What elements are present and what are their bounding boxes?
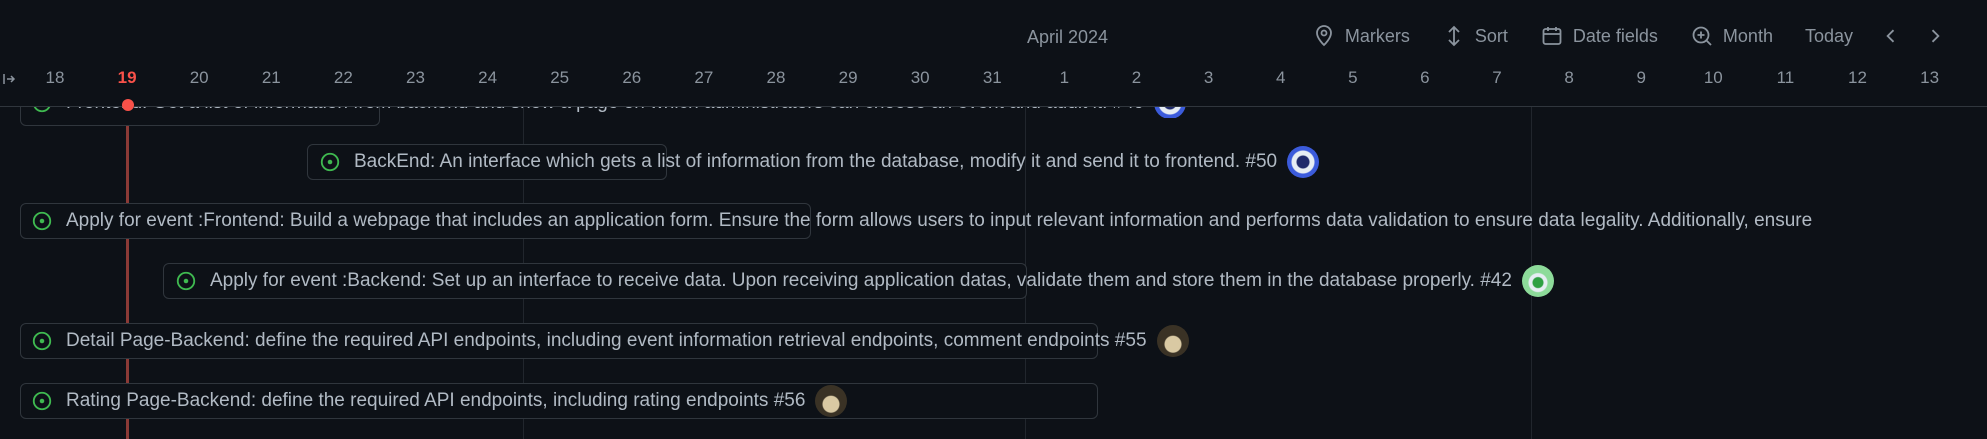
chevron-right-icon	[1931, 29, 1940, 43]
day-label: 26	[622, 68, 642, 87]
day-label: 30	[910, 68, 930, 87]
day-label: 10	[1703, 68, 1723, 87]
day-label: 5	[1348, 68, 1358, 87]
sort-arrows-icon	[1448, 25, 1460, 47]
issue-row[interactable]: Apply for event :Frontend: Build a webpa…	[31, 203, 1812, 239]
day-label: 3	[1203, 68, 1214, 87]
issue-row[interactable]: Rating Page-Backend: define the required…	[31, 383, 848, 419]
day-label: 24	[478, 68, 498, 87]
issue-open-icon	[32, 211, 52, 231]
zoom-month-button[interactable]: Month	[1690, 24, 1773, 48]
markers-label: Markers	[1344, 25, 1410, 46]
day-label: 2	[1131, 68, 1142, 87]
day-scale: 18 19 20 21 22 23 24 25 26 27 28 29 30 31 1 2 3 4 5 6 7 8 9 10 1…	[0, 68, 1987, 96]
day-label: 28	[766, 68, 786, 87]
date-fields-button[interactable]: Date fields	[1540, 24, 1658, 48]
today-label: Today	[1804, 25, 1853, 46]
issue-row[interactable]: Apply for event :Backend: Set up an inte…	[175, 263, 1554, 299]
issue-open-icon	[32, 331, 52, 351]
date-fields-label: Date fields	[1572, 25, 1658, 46]
month-label: April 2024	[1027, 27, 1109, 47]
issue-title: Rating Page-Backend: define the required…	[66, 390, 806, 411]
day-label: 20	[189, 68, 209, 87]
day-label: 1	[1059, 68, 1070, 87]
issue-title: Apply for event :Backend: Set up an inte…	[210, 270, 1512, 291]
today-marker-dot	[122, 99, 134, 111]
markers-button[interactable]: Markers	[1312, 24, 1410, 48]
day-label: 27	[694, 68, 714, 87]
day-label: 6	[1420, 68, 1430, 87]
sort-label: Sort	[1474, 25, 1508, 46]
issue-open-icon	[32, 391, 52, 411]
avatar	[1156, 325, 1189, 357]
day-label: 7	[1492, 68, 1502, 87]
next-button[interactable]	[1923, 24, 1947, 48]
prev-button[interactable]	[1879, 24, 1903, 48]
day-label: 25	[550, 68, 570, 87]
sort-button[interactable]: Sort	[1442, 24, 1508, 48]
calendar-icon	[1542, 27, 1562, 45]
avatar	[815, 385, 848, 417]
zoom-month-label: Month	[1722, 25, 1773, 46]
day-label: 13	[1920, 68, 1940, 87]
day-label: 9	[1636, 68, 1646, 87]
day-label: 8	[1564, 68, 1574, 87]
day-label: 4	[1275, 68, 1286, 87]
day-label: 31	[982, 68, 1002, 87]
issue-open-icon	[320, 152, 340, 172]
issue-open-icon	[176, 271, 196, 291]
zoom-in-icon	[1692, 26, 1712, 46]
day-label: 29	[838, 68, 858, 87]
day-label: 21	[261, 68, 281, 87]
day-label: 11	[1776, 68, 1795, 87]
chevron-left-icon	[1886, 29, 1895, 43]
map-pin-icon	[1315, 25, 1332, 47]
issue-title: Detail Page-Backend: define the required…	[66, 330, 1147, 351]
day-label: 12	[1848, 68, 1867, 87]
issue-row[interactable]: BackEnd: An interface which gets a list …	[319, 144, 1320, 180]
issue-row[interactable]: Detail Page-Backend: define the required…	[31, 323, 1189, 359]
today-button[interactable]: Today	[1805, 26, 1853, 47]
timeline-header: April 2024 Markers Sort Date fields Mont…	[0, 0, 1987, 107]
toolbar: Markers Sort Date fields Month Today	[1280, 24, 1947, 48]
day-label: 22	[333, 68, 353, 87]
day-label: 23	[406, 68, 425, 87]
avatar	[1287, 146, 1320, 178]
day-label: 19	[117, 68, 137, 87]
issue-title: Apply for event :Frontend: Build a webpa…	[66, 210, 1813, 231]
avatar	[1521, 265, 1554, 297]
day-label: 18	[45, 68, 65, 87]
issue-title: BackEnd: An interface which gets a list …	[354, 151, 1278, 172]
